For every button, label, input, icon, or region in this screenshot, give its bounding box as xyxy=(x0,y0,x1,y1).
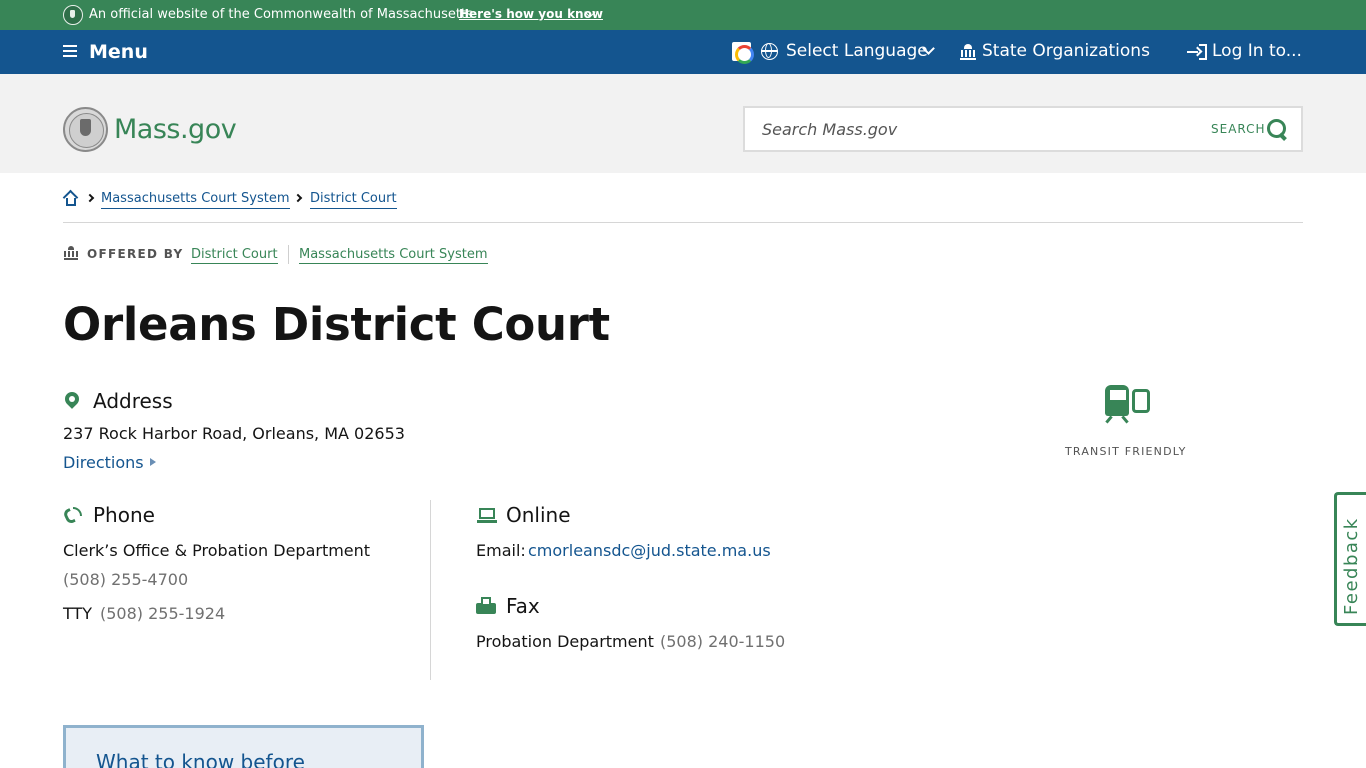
map-pin-icon xyxy=(64,392,80,412)
column-divider xyxy=(430,500,431,680)
fax-heading: Fax xyxy=(506,594,540,618)
feedback-label: Feedback xyxy=(1341,517,1362,615)
online-heading: Online xyxy=(506,503,571,527)
menu-label: Menu xyxy=(89,41,148,63)
chevron-right-icon xyxy=(293,193,303,203)
tty-label: TTY xyxy=(63,604,93,623)
site-header: Mass.gov SEARCH xyxy=(0,74,1366,173)
capitol-building-icon xyxy=(64,246,78,260)
globe-icon xyxy=(761,43,778,60)
state-organizations-button[interactable]: State Organizations xyxy=(982,41,1150,61)
home-icon[interactable] xyxy=(62,189,79,206)
what-to-know-title: What to know before xyxy=(96,750,305,768)
mass-seal-logo[interactable] xyxy=(63,107,108,152)
select-language-button[interactable]: Select Language xyxy=(786,41,928,61)
page-title: Orleans District Court xyxy=(63,298,610,351)
fax-department: Probation Department xyxy=(476,632,654,651)
google-translate-icon xyxy=(732,42,754,64)
divider xyxy=(288,245,289,264)
tty-number[interactable]: (508) 255-1924 xyxy=(100,604,225,623)
offered-by-link-court-system[interactable]: Massachusetts Court System xyxy=(299,246,488,264)
arrow-right-icon[interactable] xyxy=(150,458,156,466)
directions-link[interactable]: Directions xyxy=(63,453,144,472)
search-button[interactable]: SEARCH xyxy=(1197,106,1303,152)
phone-icon xyxy=(62,506,84,526)
fax-number: (508) 240-1150 xyxy=(660,632,786,651)
mass-gov-logo-text[interactable]: Mass.gov xyxy=(114,114,237,145)
offered-by-link-district-court[interactable]: District Court xyxy=(191,246,278,264)
offered-by-label: OFFERED BY xyxy=(87,247,184,261)
search-button-label: SEARCH xyxy=(1211,122,1266,136)
fax-icon xyxy=(476,597,496,615)
email-link[interactable]: cmorleansdc@jud.state.ma.us xyxy=(528,541,771,560)
chevron-right-icon xyxy=(85,193,95,203)
address-heading: Address xyxy=(93,389,173,413)
phone-office-label: Clerk’s Office & Probation Department xyxy=(63,541,371,560)
login-button[interactable]: Log In to... xyxy=(1212,41,1302,61)
feedback-tab[interactable]: Feedback xyxy=(1334,492,1366,626)
official-banner: An official website of the Commonwealth … xyxy=(0,0,1366,30)
hamburger-icon xyxy=(63,45,77,57)
laptop-icon xyxy=(477,508,497,524)
capitol-building-icon xyxy=(960,44,976,60)
breadcrumb-link-district-court[interactable]: District Court xyxy=(310,190,397,209)
breadcrumb-link-court-system[interactable]: Massachusetts Court System xyxy=(101,190,290,209)
phone-heading: Phone xyxy=(93,503,155,527)
official-website-text: An official website of the Commonwealth … xyxy=(89,7,473,22)
heres-how-you-know-link[interactable]: Here's how you know xyxy=(459,7,603,21)
transit-friendly-label: TRANSIT FRIENDLY xyxy=(1065,445,1187,458)
utility-nav: Menu Select Language State Organizations… xyxy=(0,30,1366,74)
breadcrumb: Massachusetts Court System District Cour… xyxy=(62,189,1303,223)
search-icon xyxy=(1267,119,1289,141)
search-input[interactable] xyxy=(743,106,1199,152)
login-icon xyxy=(1187,44,1207,60)
state-seal-icon xyxy=(63,5,83,25)
what-to-know-card[interactable]: What to know before xyxy=(63,725,424,768)
address-line: 237 Rock Harbor Road, Orleans, MA 02653 xyxy=(63,424,405,443)
email-label: Email: xyxy=(476,541,526,560)
train-bus-icon xyxy=(1104,385,1152,427)
phone-number[interactable]: (508) 255-4700 xyxy=(63,570,188,589)
